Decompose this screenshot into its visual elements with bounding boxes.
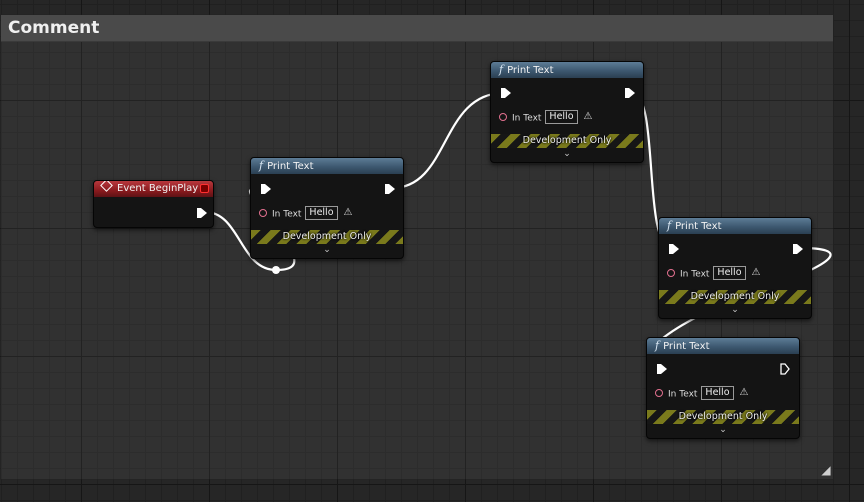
print-text-header-2[interactable]: f Print Text bbox=[491, 62, 643, 78]
text-pin-icon[interactable] bbox=[667, 269, 675, 277]
in-text-label: In Text bbox=[680, 269, 710, 280]
warning-icon: ⚠ bbox=[751, 267, 761, 278]
in-text-label: In Text bbox=[272, 209, 302, 220]
exec-out-pin[interactable] bbox=[385, 184, 395, 194]
exec-in-pin[interactable] bbox=[501, 88, 511, 98]
text-pin-icon[interactable] bbox=[655, 389, 663, 397]
development-only-banner: Development Only bbox=[647, 410, 799, 424]
print-text-header-3[interactable]: f Print Text bbox=[659, 218, 811, 234]
exec-out-pin[interactable] bbox=[197, 208, 207, 218]
development-only-banner: Development Only bbox=[491, 134, 643, 148]
delegate-pin-icon[interactable] bbox=[200, 184, 209, 193]
reroute-knot[interactable] bbox=[272, 266, 280, 274]
in-text-field[interactable]: Hello bbox=[701, 386, 734, 400]
expand-chevron-icon[interactable]: ⌄ bbox=[647, 425, 799, 435]
in-text-row: In Text Hello ⚠ bbox=[667, 266, 760, 282]
development-only-banner: Development Only bbox=[659, 290, 811, 304]
in-text-row: In Text Hello ⚠ bbox=[259, 206, 352, 222]
warning-icon: ⚠ bbox=[343, 207, 353, 218]
exec-in-pin[interactable] bbox=[657, 364, 667, 374]
print-text-title-4: Print Text bbox=[663, 341, 710, 352]
print-text-node-4[interactable]: f Print Text In Text Hello ⚠ Development On… bbox=[646, 337, 800, 439]
event-begin-play-node[interactable]: Event BeginPlay bbox=[93, 180, 214, 228]
event-begin-play-title: Event BeginPlay bbox=[117, 183, 199, 194]
exec-in-pin[interactable] bbox=[669, 244, 679, 254]
expand-chevron-icon[interactable]: ⌄ bbox=[659, 305, 811, 315]
function-icon: f bbox=[259, 159, 264, 172]
function-icon: f bbox=[655, 339, 660, 352]
development-only-banner: Development Only bbox=[251, 230, 403, 244]
exec-out-pin[interactable] bbox=[625, 88, 635, 98]
in-text-field[interactable]: Hello bbox=[305, 206, 338, 220]
in-text-label: In Text bbox=[512, 113, 542, 124]
print-text-node-2[interactable]: f Print Text In Text Hello ⚠ Development On… bbox=[490, 61, 644, 163]
text-pin-icon[interactable] bbox=[259, 209, 267, 217]
warning-icon: ⚠ bbox=[739, 387, 749, 398]
resize-grip-icon[interactable]: ◢ bbox=[819, 463, 833, 477]
print-text-node-1[interactable]: f Print Text In Text Hello ⚠ Development On… bbox=[250, 157, 404, 259]
expand-chevron-icon[interactable]: ⌄ bbox=[251, 245, 403, 255]
print-text-title-3: Print Text bbox=[675, 221, 722, 232]
event-begin-play-header[interactable]: Event BeginPlay bbox=[94, 181, 213, 197]
print-text-node-3[interactable]: f Print Text In Text Hello ⚠ Development On… bbox=[658, 217, 812, 319]
print-text-title-2: Print Text bbox=[507, 65, 554, 76]
function-icon: f bbox=[499, 63, 504, 76]
print-text-title-1: Print Text bbox=[267, 161, 314, 172]
in-text-field[interactable]: Hello bbox=[545, 110, 578, 124]
expand-chevron-icon[interactable]: ⌄ bbox=[491, 149, 643, 159]
in-text-row: In Text Hello ⚠ bbox=[655, 386, 748, 402]
function-icon: f bbox=[667, 219, 672, 232]
in-text-field[interactable]: Hello bbox=[713, 266, 746, 280]
text-pin-icon[interactable] bbox=[499, 113, 507, 121]
comment-title[interactable]: Comment bbox=[1, 15, 833, 42]
in-text-row: In Text Hello ⚠ bbox=[499, 110, 592, 126]
print-text-header-4[interactable]: f Print Text bbox=[647, 338, 799, 354]
warning-icon: ⚠ bbox=[583, 111, 593, 122]
exec-out-pin-unconnected[interactable] bbox=[779, 363, 791, 375]
print-text-header-1[interactable]: f Print Text bbox=[251, 158, 403, 174]
exec-out-pin[interactable] bbox=[793, 244, 803, 254]
exec-in-pin[interactable] bbox=[261, 184, 271, 194]
in-text-label: In Text bbox=[668, 389, 698, 400]
event-diamond-icon bbox=[100, 181, 113, 192]
